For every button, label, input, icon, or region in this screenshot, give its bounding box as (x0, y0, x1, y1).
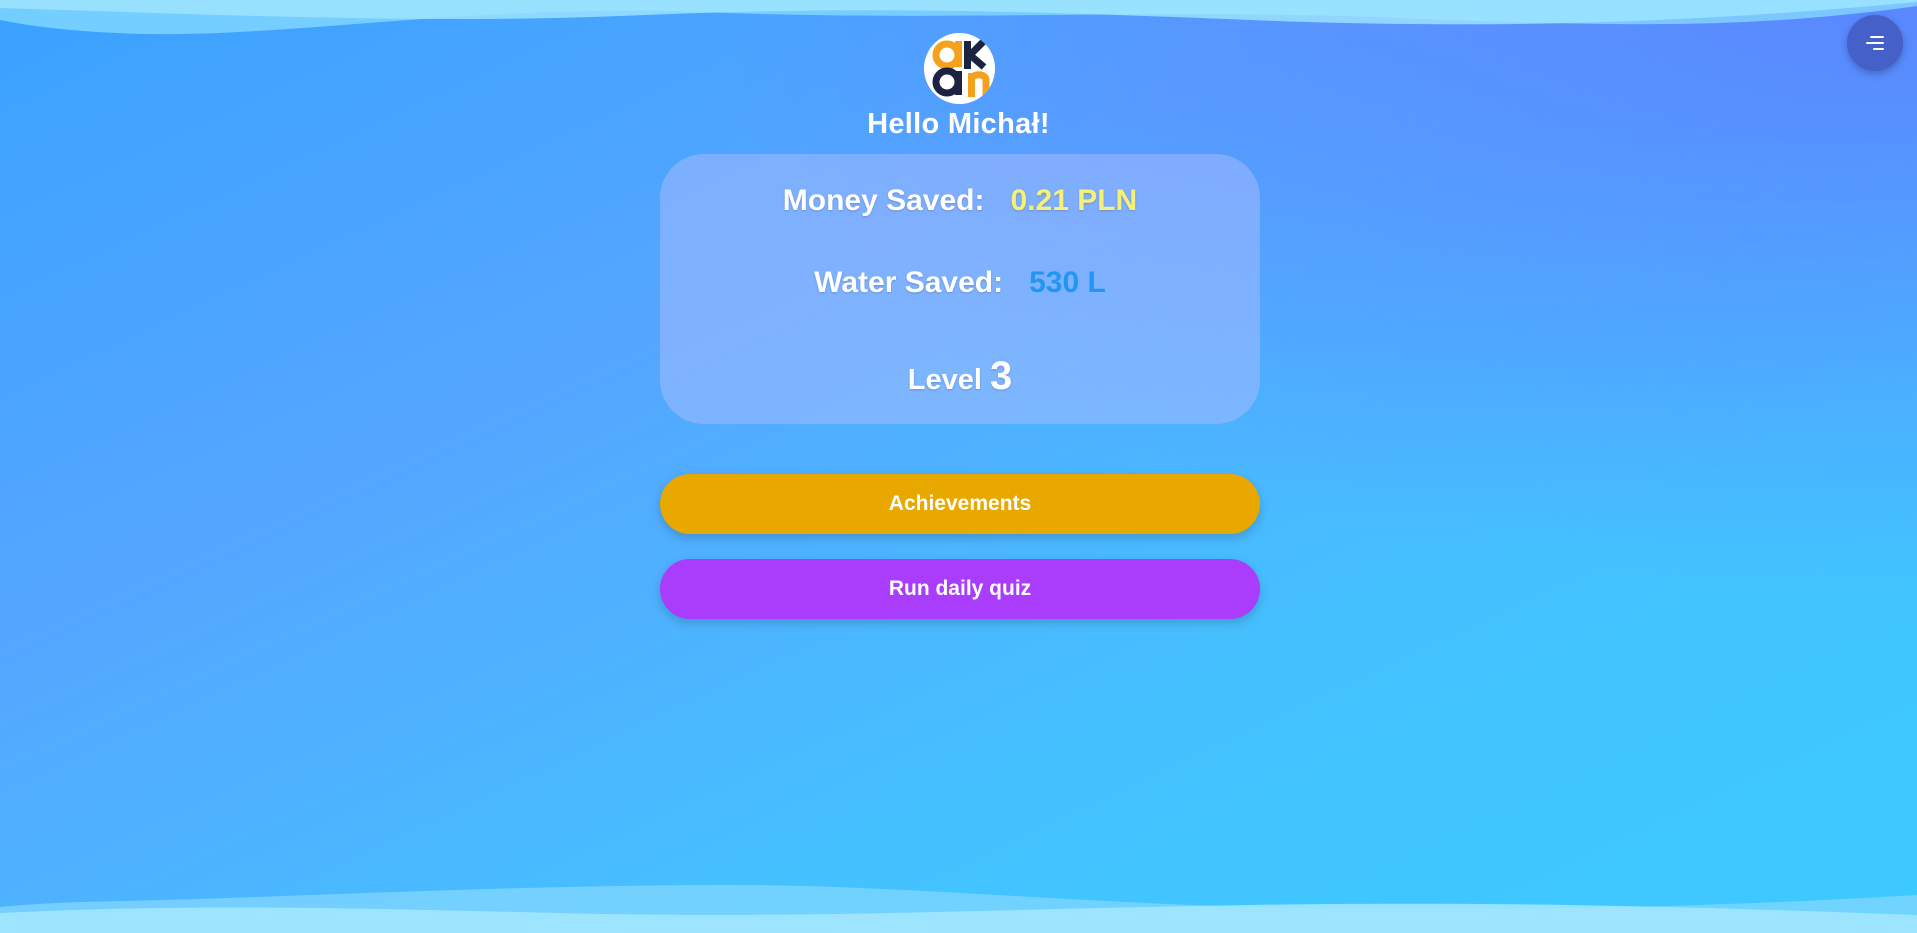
bottom-wave-decoration (0, 884, 1917, 933)
menu-icon (1866, 36, 1884, 50)
water-saved-value: 530 L (1029, 266, 1106, 299)
run-daily-quiz-button-label: Run daily quiz (888, 577, 1032, 600)
stats-card: Money Saved: 0.21 PLN Water Saved: 530 L L… (660, 154, 1260, 424)
level-label: Level (907, 364, 982, 396)
water-saved-row: Water Saved: 530 L (660, 266, 1260, 300)
level-row: Level 3 (660, 354, 1260, 399)
money-saved-row: Money Saved: 0.21 PLN (660, 184, 1260, 218)
achievements-button[interactable]: Achievements (660, 474, 1260, 534)
menu-button[interactable] (1847, 15, 1903, 71)
level-value: 3 (989, 354, 1013, 398)
run-daily-quiz-button[interactable]: Run daily quiz (660, 559, 1260, 619)
app-logo (924, 33, 995, 104)
money-saved-label: Money Saved: (782, 184, 985, 217)
money-saved-value: 0.21 PLN (1010, 184, 1138, 217)
logo-icon (924, 33, 995, 104)
achievements-button-label: Achievements (888, 492, 1032, 515)
water-saved-label: Water Saved: (814, 266, 1004, 299)
greeting-title: Hello Michał! (867, 108, 1050, 140)
